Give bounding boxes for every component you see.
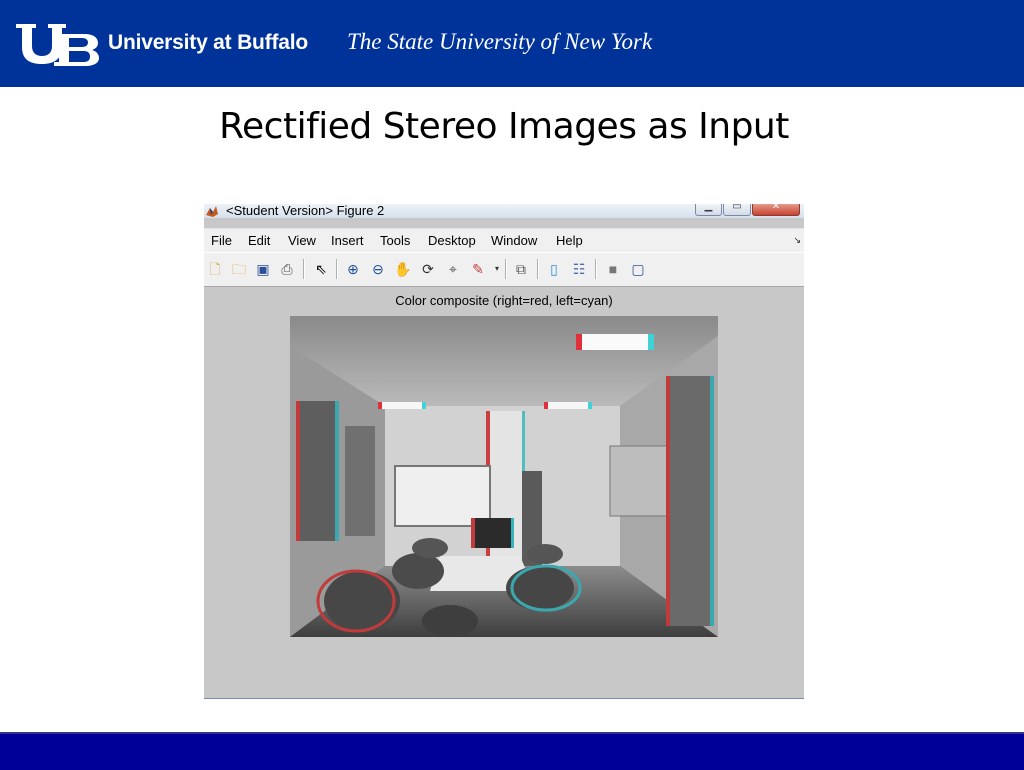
university-banner: University at Buffalo The State Universi… xyxy=(0,0,1024,87)
maximize-button[interactable]: ▭ xyxy=(723,204,751,216)
matlab-figure-window: <Student Version> Figure 2 ▁ ▭ ✕ File Ed… xyxy=(204,204,804,699)
edit-plot-arrow-icon[interactable]: ⇖ xyxy=(312,260,330,278)
brush-icon[interactable]: ✎ xyxy=(469,260,487,278)
slide-title: Rectified Stereo Images as Input xyxy=(219,106,789,147)
colorbar-icon[interactable]: ▯ xyxy=(545,260,563,278)
menu-window[interactable]: Window xyxy=(491,233,537,248)
toolbar-separator xyxy=(336,259,338,279)
show-plot-tools-icon[interactable]: ▢ xyxy=(629,260,647,278)
matlab-icon xyxy=(206,206,218,217)
university-subtitle: The State University of New York xyxy=(347,29,653,54)
toolbar-separator xyxy=(505,259,507,279)
save-icon[interactable]: ▣ xyxy=(254,260,272,278)
pan-hand-icon[interactable]: ✋ xyxy=(394,260,412,278)
close-icon: ✕ xyxy=(771,204,781,212)
zoom-in-icon[interactable]: ⊕ xyxy=(344,260,362,278)
open-file-icon[interactable]: 🗀 xyxy=(230,260,248,278)
dock-arrow-icon[interactable]: ↘ xyxy=(793,235,801,246)
menu-edit[interactable]: Edit xyxy=(248,233,270,248)
anaglyph-image xyxy=(290,316,718,637)
window-titlebar[interactable]: <Student Version> Figure 2 ▁ ▭ ✕ xyxy=(204,204,804,218)
window-title: <Student Version> Figure 2 xyxy=(226,204,385,218)
close-button[interactable]: ✕ xyxy=(752,204,800,216)
menu-view[interactable]: View xyxy=(288,233,316,248)
menu-tools[interactable]: Tools xyxy=(380,233,410,248)
data-cursor-icon[interactable]: ⌖ xyxy=(444,260,462,278)
footer-bar xyxy=(0,732,1024,770)
zoom-out-icon[interactable]: ⊖ xyxy=(369,260,387,278)
maximize-icon: ▭ xyxy=(732,204,742,212)
menu-insert[interactable]: Insert xyxy=(331,233,364,248)
ub-logo xyxy=(16,24,99,66)
minimize-icon: ▁ xyxy=(704,204,713,212)
menu-bar: File Edit View Insert Tools Desktop Wind… xyxy=(204,228,804,253)
hide-plot-tools-icon[interactable]: ■ xyxy=(604,260,622,278)
figure-toolbar: 🗋 🗀 ▣ ⎙ ⇖ ⊕ ⊖ ✋ ⟳ ⌖ ✎ ▾ ⧉ ▯ ☷ ■ ▢ xyxy=(204,252,804,287)
menu-desktop[interactable]: Desktop xyxy=(428,233,476,248)
new-figure-icon[interactable]: 🗋 xyxy=(206,260,224,278)
rotate-3d-icon[interactable]: ⟳ xyxy=(419,260,437,278)
toolbar-separator xyxy=(303,259,305,279)
toolbar-separator xyxy=(595,259,597,279)
legend-icon[interactable]: ☷ xyxy=(570,260,588,278)
plot-title: Color composite (right=red, left=cyan) xyxy=(395,293,613,308)
menu-help[interactable]: Help xyxy=(556,233,583,248)
university-name: University at Buffalo xyxy=(108,31,309,54)
minimize-button[interactable]: ▁ xyxy=(695,204,722,216)
menu-file[interactable]: File xyxy=(211,233,232,248)
link-plot-icon[interactable]: ⧉ xyxy=(512,260,530,278)
toolbar-separator xyxy=(537,259,539,279)
brush-dropdown-icon[interactable]: ▾ xyxy=(488,260,506,278)
print-icon[interactable]: ⎙ xyxy=(278,260,296,278)
